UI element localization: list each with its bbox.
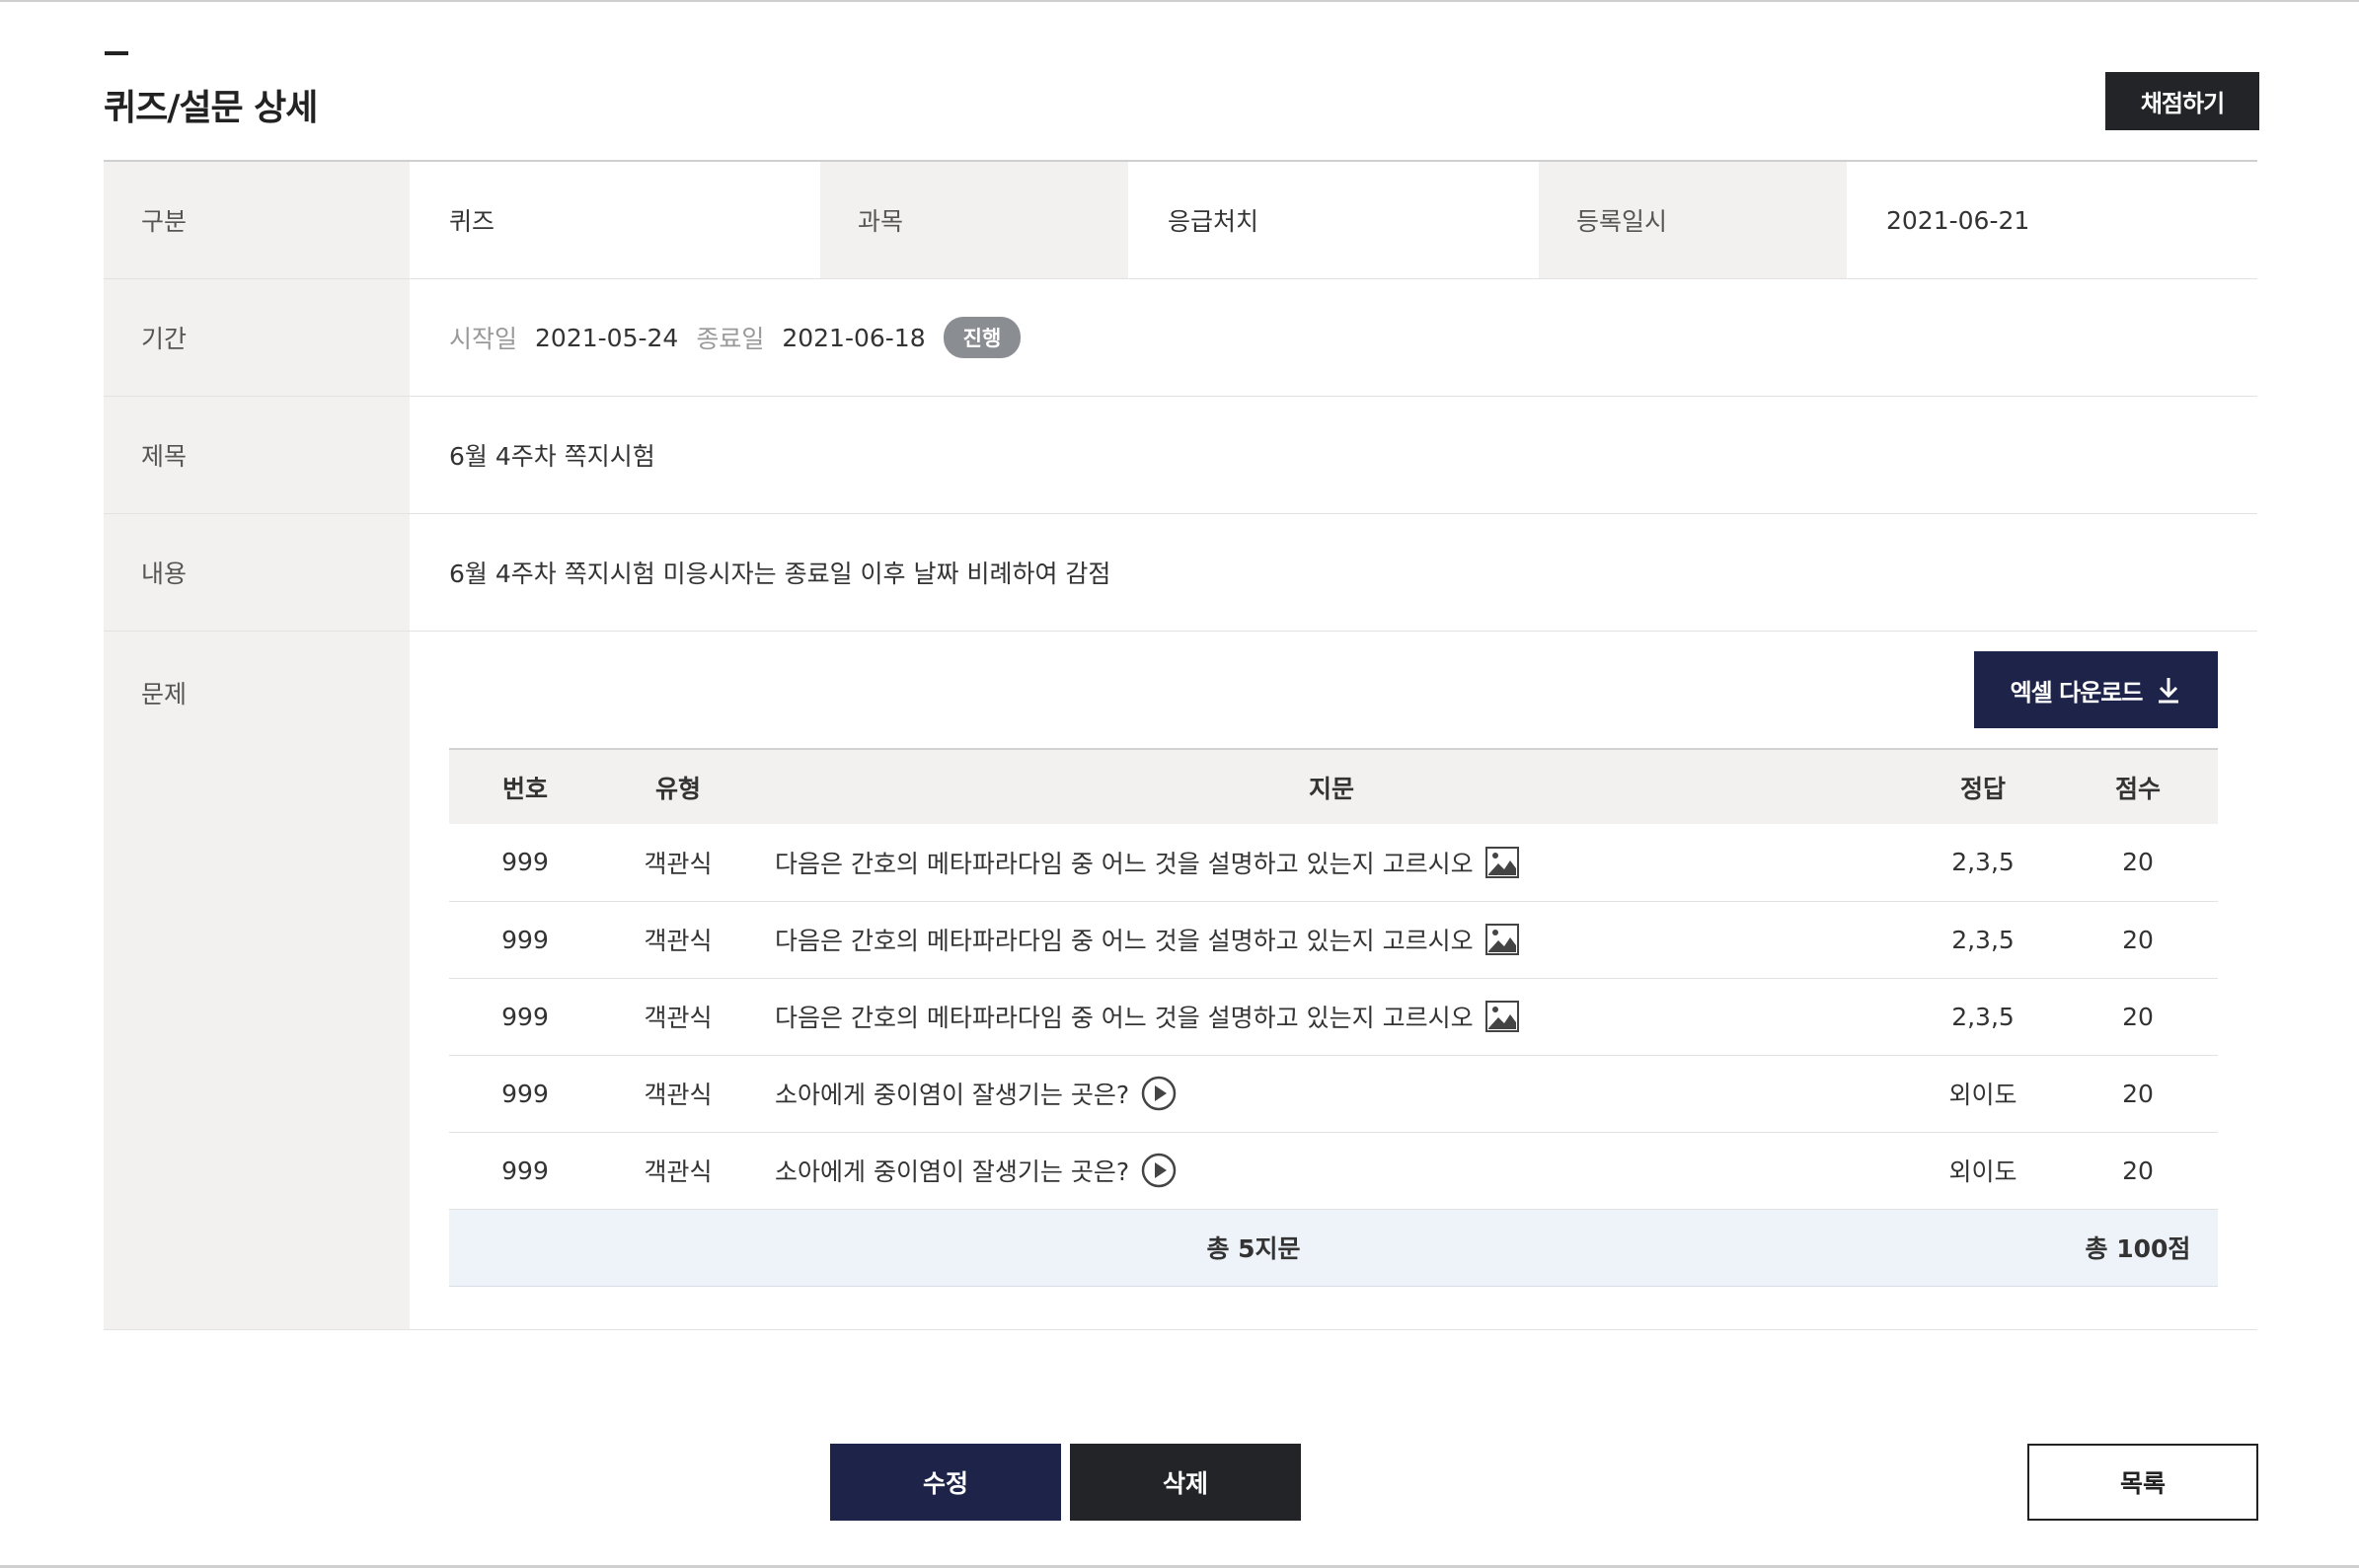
row-question: 다음은 간호의 메타파라다임 중 어느 것을 설명하고 있는지 고르시오 [775, 849, 1474, 878]
questions-cell: 엑셀 다운로드 번호 유형 지문 정답 점수 999 객관식 다음은 간호의 메… [410, 632, 2257, 1329]
image-icon[interactable] [1484, 846, 1519, 878]
download-icon [2159, 678, 2179, 704]
row-question: 소아에게 중이염이 잘생기는 곳은? [775, 1157, 1130, 1186]
row-no: 999 [449, 978, 601, 1056]
row-question: 소아에게 중이염이 잘생기는 곳은? [775, 1081, 1130, 1109]
registered-value: 2021-06-21 [1847, 162, 2257, 278]
row-answer: 외이도 [1908, 1055, 2058, 1133]
end-date-label: 종료일 [696, 325, 765, 353]
row-score: 20 [2058, 1132, 2218, 1210]
image-icon[interactable] [1484, 924, 1519, 955]
page-title: 퀴즈/설문 상세 [104, 88, 318, 128]
table-row: 999 객관식 다음은 간호의 메타파라다임 중 어느 것을 설명하고 있는지 … [449, 824, 2218, 902]
row-question-cell: 소아에게 중이염이 잘생기는 곳은? [755, 1055, 1908, 1133]
excel-download-button[interactable]: 엑셀 다운로드 [1974, 651, 2218, 728]
table-row: 999 객관식 소아에게 중이염이 잘생기는 곳은? 외이도 20 [449, 1132, 2218, 1210]
period-value-cell: 시작일 2021-05-24 종료일 2021-06-18 진행 [410, 279, 2257, 396]
row-answer: 2,3,5 [1908, 824, 2058, 902]
category-value: 퀴즈 [410, 162, 820, 278]
table-row: 999 객관식 다음은 간호의 메타파라다임 중 어느 것을 설명하고 있는지 … [449, 901, 2218, 979]
row-score: 20 [2058, 824, 2218, 902]
title-accent-dash [105, 51, 128, 55]
row-question: 다음은 간호의 메타파라다임 중 어느 것을 설명하고 있는지 고르시오 [775, 927, 1474, 955]
info-row-questions: 문제 엑셀 다운로드 번호 유형 지문 정답 점수 999 객관식 다음은 간호… [104, 632, 2257, 1330]
row-score: 20 [2058, 1055, 2218, 1133]
content-value: 6월 4주차 쪽지시험 미응시자는 종료일 이후 날짜 비례하여 감점 [410, 514, 2257, 631]
header-answer: 정답 [1908, 749, 2058, 824]
period-label: 기간 [104, 279, 410, 396]
row-no: 999 [449, 1055, 601, 1133]
title-value: 6월 4주차 쪽지시험 [410, 397, 2257, 513]
end-date-value: 2021-06-18 [782, 323, 926, 352]
grade-button[interactable]: 채점하기 [2105, 72, 2259, 130]
title-label: 제목 [104, 397, 410, 513]
info-row-meta: 구분 퀴즈 과목 응급처치 등록일시 2021-06-21 [104, 162, 2257, 279]
start-date-label: 시작일 [449, 325, 518, 353]
row-question-cell: 다음은 간호의 메타파라다임 중 어느 것을 설명하고 있는지 고르시오 [755, 824, 1908, 902]
info-row-period: 기간 시작일 2021-05-24 종료일 2021-06-18 진행 [104, 279, 2257, 397]
row-type: 객관식 [601, 1132, 755, 1210]
excel-download-label: 엑셀 다운로드 [2010, 678, 2144, 707]
total-count: 총 5지문 [449, 1209, 2058, 1287]
play-icon[interactable] [1141, 1076, 1177, 1111]
questions-table: 번호 유형 지문 정답 점수 999 객관식 다음은 간호의 메타파라다임 중 … [449, 748, 2218, 1287]
total-score: 총 100점 [2058, 1209, 2218, 1287]
list-button[interactable]: 목록 [2027, 1444, 2258, 1521]
content-label: 내용 [104, 514, 410, 631]
table-row: 999 객관식 소아에게 중이염이 잘생기는 곳은? 외이도 20 [449, 1055, 2218, 1133]
subject-value: 응급처치 [1128, 162, 1539, 278]
table-row: 999 객관식 다음은 간호의 메타파라다임 중 어느 것을 설명하고 있는지 … [449, 978, 2218, 1056]
questions-label: 문제 [104, 632, 410, 1329]
row-type: 객관식 [601, 1055, 755, 1133]
row-answer: 2,3,5 [1908, 901, 2058, 979]
detail-table: 구분 퀴즈 과목 응급처치 등록일시 2021-06-21 기간 시작일 202… [104, 160, 2257, 1330]
start-date-value: 2021-05-24 [535, 323, 679, 352]
row-question-cell: 소아에게 중이염이 잘생기는 곳은? [755, 1132, 1908, 1210]
total-row: 총 5지문 총 100점 [449, 1209, 2218, 1287]
row-answer: 2,3,5 [1908, 978, 2058, 1056]
row-type: 객관식 [601, 824, 755, 902]
info-row-content: 내용 6월 4주차 쪽지시험 미응시자는 종료일 이후 날짜 비례하여 감점 [104, 514, 2257, 632]
subject-label: 과목 [820, 162, 1128, 278]
header-question: 지문 [755, 749, 1908, 824]
delete-button[interactable]: 삭제 [1070, 1444, 1301, 1521]
questions-table-header: 번호 유형 지문 정답 점수 [449, 749, 2218, 824]
registered-label: 등록일시 [1539, 162, 1847, 278]
top-border [0, 0, 2359, 2]
header-type: 유형 [601, 749, 755, 824]
row-question-cell: 다음은 간호의 메타파라다임 중 어느 것을 설명하고 있는지 고르시오 [755, 978, 1908, 1056]
row-score: 20 [2058, 901, 2218, 979]
row-no: 999 [449, 824, 601, 902]
row-type: 객관식 [601, 978, 755, 1056]
status-badge: 진행 [943, 317, 1022, 358]
row-answer: 외이도 [1908, 1132, 2058, 1210]
category-label: 구분 [104, 162, 410, 278]
edit-button[interactable]: 수정 [830, 1444, 1061, 1521]
row-type: 객관식 [601, 901, 755, 979]
row-question-cell: 다음은 간호의 메타파라다임 중 어느 것을 설명하고 있는지 고르시오 [755, 901, 1908, 979]
row-no: 999 [449, 901, 601, 979]
image-icon[interactable] [1484, 1001, 1519, 1032]
header-no: 번호 [449, 749, 601, 824]
header-score: 점수 [2058, 749, 2218, 824]
play-icon[interactable] [1141, 1153, 1177, 1188]
row-score: 20 [2058, 978, 2218, 1056]
row-question: 다음은 간호의 메타파라다임 중 어느 것을 설명하고 있는지 고르시오 [775, 1004, 1474, 1032]
info-row-title: 제목 6월 4주차 쪽지시험 [104, 397, 2257, 514]
row-no: 999 [449, 1132, 601, 1210]
